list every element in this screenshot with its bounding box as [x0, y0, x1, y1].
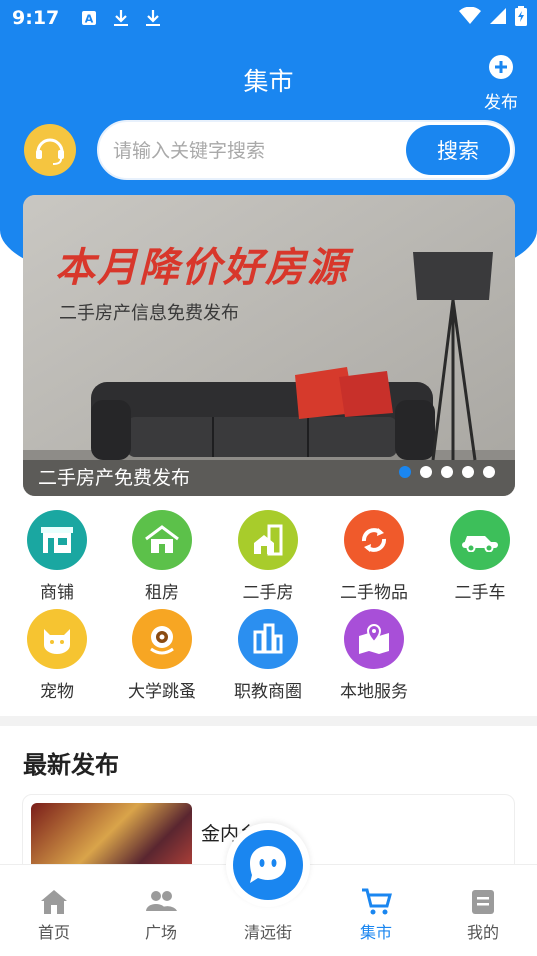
download-icon [114, 10, 129, 26]
profile-icon [472, 890, 494, 914]
status-time: 9:17 [12, 7, 60, 29]
category-label: 大学跳蚤 [128, 682, 196, 702]
carousel-dot[interactable] [462, 466, 474, 478]
tab-label: 首页 [37, 923, 70, 942]
category-secondhand-house[interactable]: 二手房 [223, 510, 313, 603]
qingyuan-street-button[interactable] [233, 830, 303, 900]
category-vocational-business[interactable]: 职教商圈 [223, 609, 313, 702]
system-icons [459, 6, 527, 26]
category-shop[interactable]: 商铺 [12, 510, 102, 603]
carousel-indicator [399, 466, 495, 478]
category-rent[interactable]: 租房 [117, 510, 207, 603]
carousel-dot[interactable] [441, 466, 453, 478]
search-button[interactable]: 搜索 [406, 125, 510, 175]
search-input[interactable] [113, 132, 403, 170]
car-icon [450, 510, 510, 570]
tab-label: 集市 [359, 923, 392, 942]
category-campus-flea[interactable]: 大学跳蚤 [117, 609, 207, 702]
banner-caption: 二手房产免费发布 [38, 467, 191, 489]
tab-label: 清远街 [243, 923, 292, 942]
buildings-icon [238, 609, 298, 669]
category-secondhand-car[interactable]: 二手车 [435, 510, 525, 603]
cat-icon [27, 609, 87, 669]
shop-icon [27, 510, 87, 570]
search-bar: 搜索 [97, 120, 515, 180]
banner-headline: 本月降价好房源 [55, 245, 349, 291]
tab-label: 我的 [466, 923, 499, 942]
download-icon [146, 10, 161, 26]
carousel-dot[interactable] [483, 466, 495, 478]
category-label: 二手车 [454, 583, 506, 603]
keyboard-a-icon: A [82, 11, 97, 26]
category-label: 宠物 [40, 682, 74, 702]
category-secondhand-goods[interactable]: 二手物品 [329, 510, 419, 603]
wifi-icon [459, 7, 481, 24]
banner-carousel[interactable]: 本月降价好房源 二手房产信息免费发布 二手房产免费发布 [23, 195, 515, 496]
carousel-dot[interactable] [420, 466, 432, 478]
tab-label: 广场 [144, 923, 177, 942]
recycle-icon [344, 510, 404, 570]
category-label: 二手物品 [340, 583, 408, 603]
section-title-latest: 最新发布 [23, 751, 119, 779]
category-label: 租房 [145, 583, 179, 603]
publish-button[interactable]: 发布 [481, 54, 521, 113]
battery-icon [515, 6, 527, 26]
publish-label: 发布 [484, 93, 518, 113]
tab-market[interactable]: 集市 [336, 887, 416, 943]
secondhand-house-icon [238, 510, 298, 570]
rent-house-icon [132, 510, 192, 570]
category-pet[interactable]: 宠物 [12, 609, 102, 702]
chat-bubble-icon [250, 846, 286, 883]
tab-qingyuan-street[interactable]: 清远街 [228, 917, 308, 943]
tab-mine[interactable]: 我的 [443, 887, 523, 943]
category-local-service[interactable]: 本地服务 [329, 609, 419, 702]
svg-text:A: A [85, 13, 94, 26]
eye-monster-icon [132, 609, 192, 669]
people-icon [146, 891, 177, 911]
home-icon [41, 890, 67, 914]
banner-subheadline: 二手房产信息免费发布 [59, 303, 239, 324]
carousel-dot[interactable] [399, 466, 411, 478]
plus-circle-icon [489, 55, 513, 79]
section-divider [0, 716, 537, 726]
app-screen: 9:17 A 集市 发布 搜索 [0, 0, 537, 956]
headset-icon [36, 138, 64, 165]
category-label: 职教商圈 [234, 682, 302, 702]
page-title: 集市 [243, 67, 294, 96]
tab-home[interactable]: 首页 [14, 887, 94, 943]
notification-icons: A [81, 9, 161, 27]
map-pin-icon [344, 609, 404, 669]
category-label: 商铺 [40, 583, 74, 603]
category-label: 本地服务 [340, 682, 408, 702]
tab-square[interactable]: 广场 [121, 887, 201, 943]
signal-icon [490, 8, 506, 24]
status-bar: 9:17 A [0, 0, 537, 36]
category-label: 二手房 [242, 583, 294, 603]
customer-service-avatar[interactable] [24, 124, 76, 176]
cart-icon [362, 888, 392, 915]
